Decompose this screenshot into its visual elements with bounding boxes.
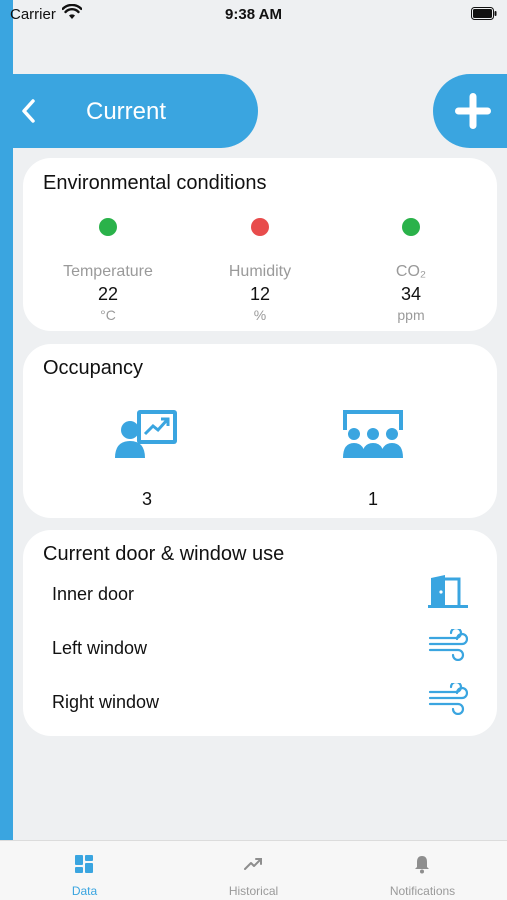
environment-card: Environmental conditions Temperature 22 … — [23, 158, 497, 331]
environment-title: Environmental conditions — [43, 172, 267, 194]
occupancy-title: Occupancy — [43, 357, 144, 379]
tab-label: Historical — [228, 884, 279, 898]
left-window-label: Left window — [52, 638, 148, 658]
status-dot — [402, 218, 420, 236]
metric-humidity: Humidity 12 % — [185, 218, 335, 323]
occupancy-card: Occupancy 3 1 — [23, 344, 497, 518]
audience-count: 1 — [367, 489, 378, 509]
status-dot — [251, 218, 269, 236]
tab-notifications[interactable]: Notifications — [338, 841, 507, 900]
metric-label: Humidity — [228, 263, 292, 280]
metric-unit: °C — [100, 307, 116, 323]
wind-icon — [428, 683, 468, 715]
clock: 9:38 AM — [225, 6, 282, 23]
tab-historical[interactable]: Historical — [169, 841, 338, 900]
page-title: Current — [86, 98, 167, 125]
tab-bar: Data Historical Notifications — [0, 840, 507, 900]
metric-temperature: Temperature 22 °C — [33, 218, 183, 323]
presenter-count: 3 — [141, 489, 152, 509]
metric-label: CO₂ — [395, 263, 427, 280]
chevron-left-icon[interactable] — [18, 98, 40, 124]
presenter-icon — [115, 410, 177, 458]
battery-icon — [471, 7, 497, 20]
tab-label: Data — [71, 884, 98, 898]
metric-label: Temperature — [63, 263, 153, 280]
metric-unit: ppm — [397, 307, 425, 323]
metric-value: 22 — [97, 284, 119, 304]
status-bar: Carrier 9:38 AM — [0, 0, 507, 30]
add-button[interactable] — [433, 74, 507, 148]
audience-icon — [343, 410, 403, 458]
trend-icon — [244, 858, 262, 870]
header-bar: Current — [0, 74, 258, 148]
door-open-icon — [428, 575, 468, 608]
door-window-card: Current door & window use Inner door Lef… — [23, 530, 497, 736]
metric-co2: CO₂ 34 ppm — [336, 218, 486, 323]
bell-icon — [415, 856, 429, 874]
status-dot — [99, 218, 117, 236]
metric-value: 34 — [400, 284, 422, 304]
tab-label: Notifications — [389, 884, 456, 898]
right-window-label: Right window — [52, 692, 160, 712]
dashboard-icon — [75, 855, 93, 873]
wind-icon — [428, 629, 468, 661]
door-window-title: Current door & window use — [43, 543, 285, 565]
metric-value: 12 — [249, 284, 271, 304]
plus-icon — [455, 93, 491, 129]
tab-data[interactable]: Data — [0, 841, 169, 900]
metric-unit: % — [253, 307, 267, 323]
inner-door-label: Inner door — [52, 584, 135, 604]
